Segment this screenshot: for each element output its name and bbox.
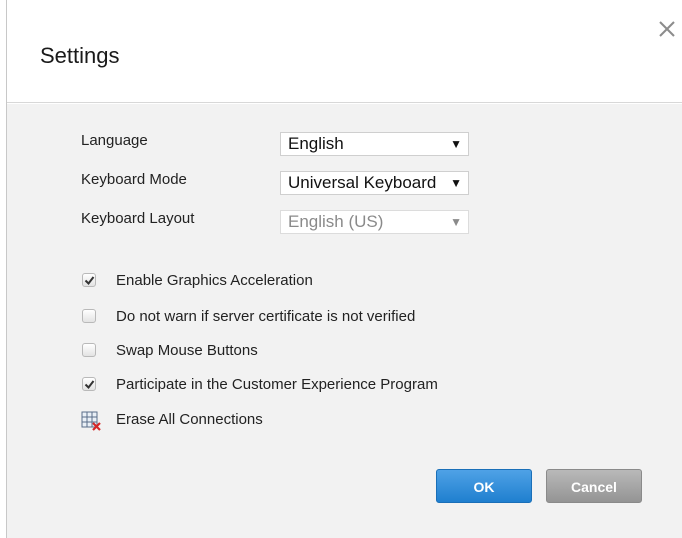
cancel-button[interactable]: Cancel [546,469,642,503]
option-label: Swap Mouse Buttons [116,342,258,359]
checkbox-unchecked[interactable] [82,343,96,357]
option-label: Enable Graphics Acceleration [116,272,313,289]
keyboard-mode-label: Keyboard Mode [81,171,187,188]
dialog-body: Language English ▼ Keyboard Mode Univers… [7,104,682,538]
erase-label: Erase All Connections [116,411,263,428]
dialog-header: Settings [7,0,682,103]
dropdown-arrow-icon: ▼ [448,172,462,194]
checkbox-checked[interactable] [82,377,96,391]
option-label: Do not warn if server certificate is not… [116,308,416,325]
ok-button[interactable]: OK [436,469,532,503]
erase-table-icon [81,411,103,436]
keyboard-layout-value: English (US) [288,212,384,231]
keyboard-mode-select[interactable]: Universal Keyboard ▼ [280,171,469,195]
checkbox-checked[interactable] [82,273,96,287]
option-label: Participate in the Customer Experience P… [116,376,438,393]
dialog-title: Settings [40,43,120,68]
keyboard-layout-label: Keyboard Layout [81,210,195,227]
language-select[interactable]: English ▼ [280,132,469,156]
keyboard-layout-select: English (US) ▼ [280,210,469,234]
checkbox-unchecked[interactable] [82,309,96,323]
settings-dialog: Settings Language English ▼ Keyboard Mod… [6,0,682,538]
close-icon[interactable] [656,18,678,40]
language-value: English [288,134,344,153]
dropdown-arrow-icon: ▼ [450,137,462,151]
keyboard-mode-value: Universal Keyboard [288,173,437,192]
language-label: Language [81,132,148,149]
dropdown-arrow-icon: ▼ [450,215,462,229]
